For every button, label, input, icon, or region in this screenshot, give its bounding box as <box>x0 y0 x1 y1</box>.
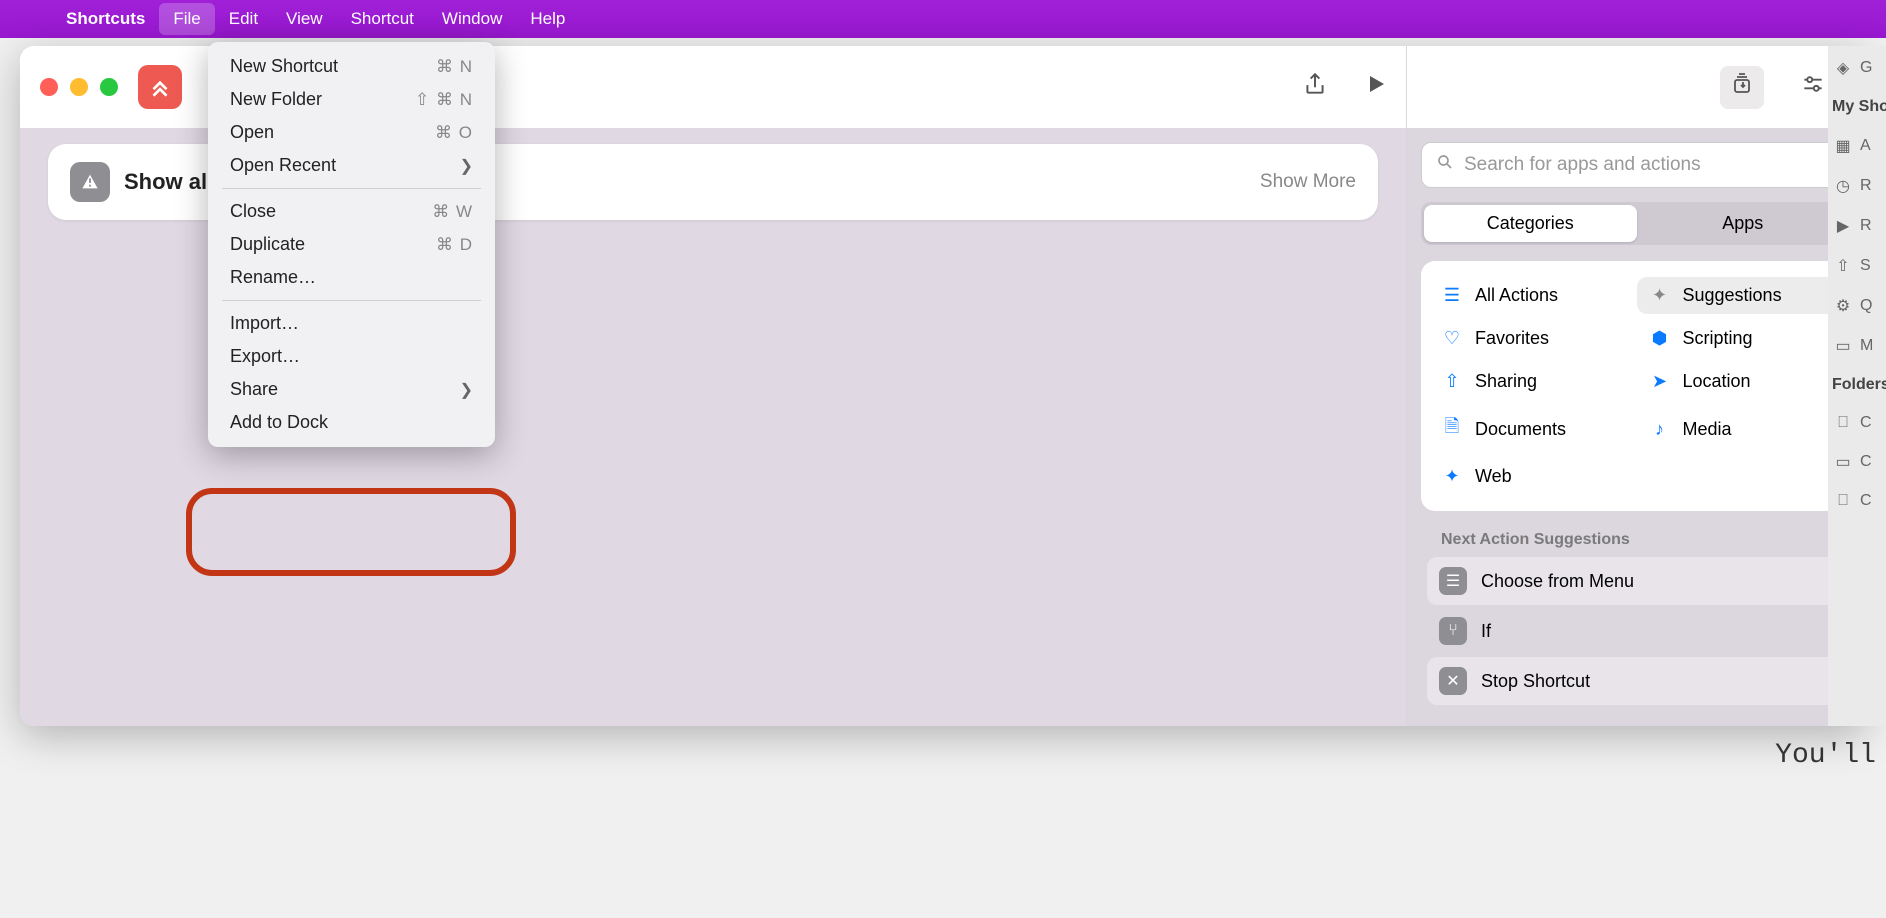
search-placeholder: Search for apps and actions <box>1464 154 1701 176</box>
gear-icon: ⚙ <box>1832 296 1854 316</box>
categories-panel: ☰All Actions ✦Suggestions ♡Favorites ⬢Sc… <box>1421 261 1852 511</box>
bookmark2-icon: ⎕ <box>1832 492 1854 510</box>
heart-icon: ♡ <box>1441 328 1463 349</box>
location-icon: ➤ <box>1649 371 1671 392</box>
segment-apps[interactable]: Apps <box>1637 205 1850 242</box>
menu-import[interactable]: Import… <box>208 307 495 340</box>
background-text: You'll <box>1775 740 1876 771</box>
share-sheet-icon: ⇧ <box>1832 256 1854 276</box>
share-icon[interactable] <box>1302 71 1328 104</box>
category-documents[interactable]: 🗎Documents <box>1429 406 1637 452</box>
menu-export[interactable]: Export… <box>208 340 495 373</box>
grid-icon: ▦ <box>1832 136 1854 156</box>
segment-categories[interactable]: Categories <box>1424 205 1637 242</box>
gallery-icon: ◈ <box>1832 58 1854 78</box>
menubar: Shortcuts File Edit View Shortcut Window… <box>0 0 1886 38</box>
window-icon: ▭ <box>1832 336 1854 356</box>
chevron-right-icon: ❯ <box>460 380 473 400</box>
share-cat-icon: ⇧ <box>1441 371 1463 392</box>
background-window-strip: ◈G My Sho ▦A ◷R ▶R ⇧S ⚙Q ▭M Folders ⎕C ▭… <box>1828 46 1886 726</box>
search-input[interactable]: Search for apps and actions <box>1421 142 1852 188</box>
menubar-item-edit[interactable]: Edit <box>215 3 272 35</box>
document-icon: 🗎 <box>1441 414 1463 444</box>
suggestion-if[interactable]: ⑂If <box>1427 607 1846 655</box>
menubar-item-view[interactable]: View <box>272 3 337 35</box>
menu-close[interactable]: Close⌘ W <box>208 195 495 228</box>
menubar-item-file[interactable]: File <box>159 3 214 35</box>
menu-duplicate[interactable]: Duplicate⌘ D <box>208 228 495 261</box>
suggestion-stop-shortcut[interactable]: ✕Stop Shortcut <box>1427 657 1846 705</box>
menu-open[interactable]: Open⌘ O <box>208 116 495 149</box>
suggestion-choose-from-menu[interactable]: ☰Choose from Menu <box>1427 557 1846 605</box>
stop-icon: ✕ <box>1439 667 1467 695</box>
list-icon: ☰ <box>1441 285 1463 306</box>
menubar-item-window[interactable]: Window <box>428 3 516 35</box>
web-icon: ✦ <box>1441 466 1463 487</box>
clock-icon: ◷ <box>1832 176 1854 196</box>
actions-sidebar: Search for apps and actions Categories A… <box>1406 46 1866 726</box>
category-suggestions[interactable]: ✦Suggestions <box>1637 277 1845 314</box>
category-media[interactable]: ♪Media <box>1637 406 1845 452</box>
suggestions-header: Next Action Suggestions <box>1427 525 1846 555</box>
menu-separator <box>222 300 481 301</box>
category-scripting[interactable]: ⬢Scripting <box>1637 320 1845 357</box>
sidebar-toolbar <box>1407 46 1866 128</box>
show-more-button[interactable]: Show More <box>1260 171 1356 193</box>
scripting-icon: ⬢ <box>1649 328 1671 349</box>
chevron-right-icon: ❯ <box>460 156 473 176</box>
maximize-window-button[interactable] <box>100 78 118 96</box>
menu-new-shortcut[interactable]: New Shortcut⌘ N <box>208 50 495 83</box>
category-web[interactable]: ✦Web <box>1429 458 1637 495</box>
play-circle-icon: ▶ <box>1832 216 1854 236</box>
menu-icon: ☰ <box>1439 567 1467 595</box>
category-all-actions[interactable]: ☰All Actions <box>1429 277 1637 314</box>
menu-new-folder[interactable]: New Folder⇧ ⌘ N <box>208 83 495 116</box>
menubar-item-help[interactable]: Help <box>516 3 579 35</box>
close-window-button[interactable] <box>40 78 58 96</box>
play-icon[interactable] <box>1364 72 1388 103</box>
folder-icon: ▭ <box>1832 452 1854 472</box>
file-menu-dropdown: New Shortcut⌘ N New Folder⇧ ⌘ N Open⌘ O … <box>208 42 495 447</box>
alert-icon <box>70 162 110 202</box>
category-favorites[interactable]: ♡Favorites <box>1429 320 1637 357</box>
bookmark-icon: ⎕ <box>1832 414 1854 432</box>
search-icon <box>1436 153 1454 177</box>
menu-rename[interactable]: Rename… <box>208 261 495 294</box>
shortcuts-app-icon <box>138 65 182 109</box>
menu-share[interactable]: Share❯ <box>208 373 495 406</box>
branch-icon: ⑂ <box>1439 617 1467 645</box>
category-location[interactable]: ➤Location <box>1637 363 1845 400</box>
segment-control: Categories Apps <box>1421 202 1852 245</box>
traffic-lights <box>40 78 118 96</box>
category-sharing[interactable]: ⇧Sharing <box>1429 363 1637 400</box>
menubar-app-name[interactable]: Shortcuts <box>52 3 159 35</box>
next-action-suggestions: Next Action Suggestions ☰Choose from Men… <box>1421 525 1852 705</box>
menu-add-to-dock[interactable]: Add to Dock <box>208 406 495 439</box>
minimize-window-button[interactable] <box>70 78 88 96</box>
library-icon[interactable] <box>1720 66 1764 109</box>
sparkle-icon: ✦ <box>1649 285 1671 306</box>
menubar-item-shortcut[interactable]: Shortcut <box>337 3 428 35</box>
menu-separator <box>222 188 481 189</box>
menu-open-recent[interactable]: Open Recent❯ <box>208 149 495 182</box>
media-icon: ♪ <box>1649 419 1671 440</box>
